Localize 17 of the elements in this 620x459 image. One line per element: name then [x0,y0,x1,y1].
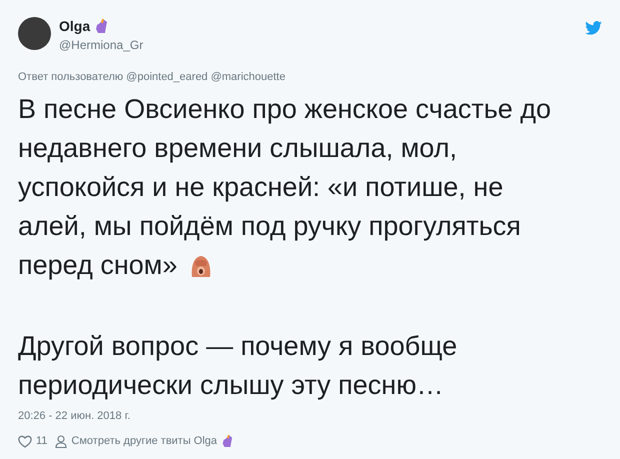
heart-icon[interactable] [18,434,32,448]
tweet-text-line: периодически слышу эту песню… [18,369,444,402]
like-count: 11 [36,434,48,449]
avatar[interactable] [18,17,51,50]
more-tweets-link[interactable]: Смотреть другие твиты Olga [71,433,218,450]
tweet-text-line: Другой вопрос — почему я вообще [18,330,458,363]
person-icon [55,434,68,448]
author-name: Olga [59,17,90,35]
tweet-text-line: недавнего времени слышала, мол, [18,132,457,165]
tweet-text-line: алей, мы пойдём под ручку прогуляться [18,210,521,243]
reply-context: Ответ пользователю @pointed_eared @marichouette [18,70,286,84]
tweet-text-line: В песне Овсиенко про женское счастье до [18,93,552,126]
tweet-text-line: перед сном» [18,249,178,282]
timestamp[interactable]: 20:26 - 22 июн. 2018 г. [18,409,602,423]
tweet-text-line: успокойся и не красней: «и потише, не [18,171,504,204]
author-handle[interactable]: @Hermiona_Gr [59,37,144,53]
bird-icon[interactable] [585,21,602,35]
